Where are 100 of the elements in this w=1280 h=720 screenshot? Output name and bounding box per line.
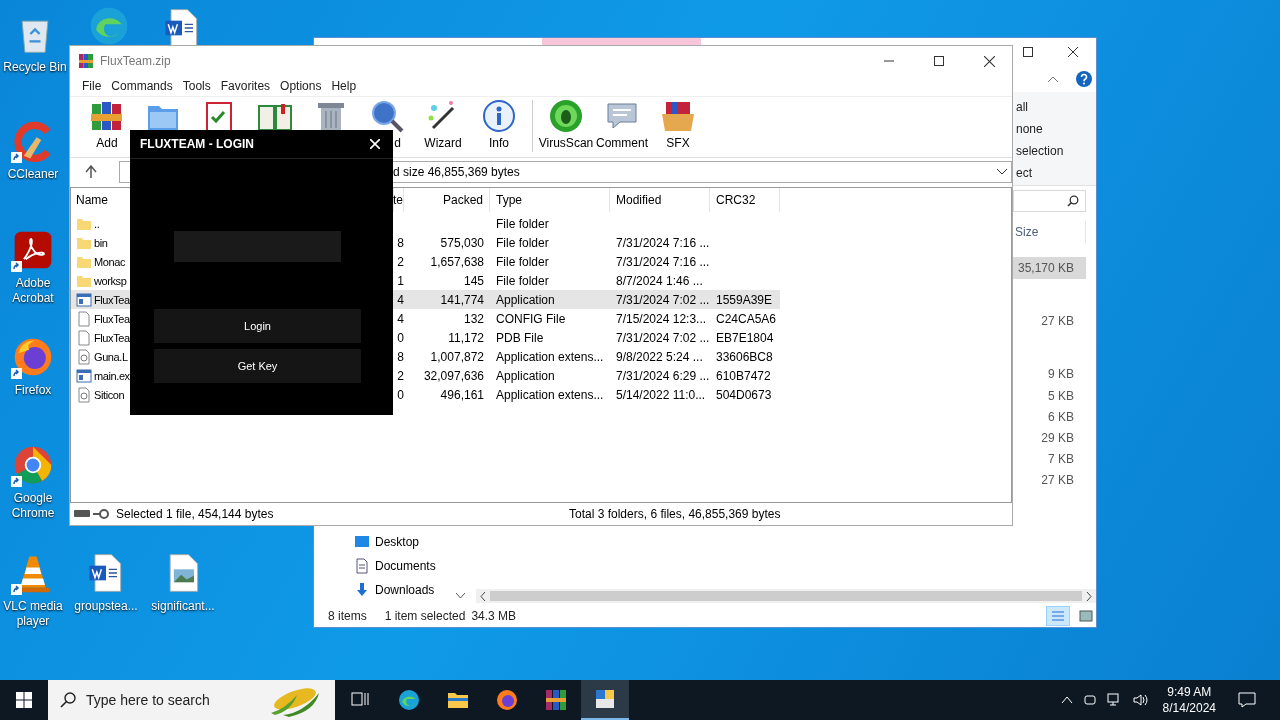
nav-item[interactable]: Documents <box>354 554 471 578</box>
column-header[interactable]: Modified <box>616 193 662 207</box>
table-cell: 610B7472 <box>716 368 771 383</box>
chevron-down-icon[interactable] <box>456 593 465 599</box>
toolbar-button[interactable]: Wizard <box>415 98 471 154</box>
menu-item[interactable]: Commands <box>106 79 178 93</box>
file-row[interactable]: File folder <box>394 214 780 233</box>
toolbar-button[interactable]: SFX <box>650 98 706 154</box>
toolbar-button[interactable]: VirusScan <box>538 98 594 154</box>
table-cell: 33606BC8 <box>716 349 773 364</box>
key-icon <box>93 509 109 519</box>
desktop-icon-label[interactable]: Google Chrome <box>0 491 66 521</box>
menu-item[interactable]: Options <box>275 79 327 93</box>
speaker-icon[interactable] <box>1132 693 1149 707</box>
taskbar-app-button[interactable] <box>581 680 629 720</box>
desktop-icon-label[interactable]: Recycle Bin <box>3 60 67 75</box>
table-cell: 32,097,636 <box>423 368 484 383</box>
file-row[interactable]: 1 145 File folder 8/7/2024 1:46 ... <box>394 271 780 290</box>
dialog-button[interactable]: Login <box>154 309 361 343</box>
table-cell: 2 <box>397 368 404 383</box>
notification-icon[interactable] <box>1238 692 1256 708</box>
status-text: 34.3 MB <box>471 609 517 623</box>
windows-start-icon[interactable] <box>16 692 32 708</box>
column-header[interactable]: CRC32 <box>716 193 756 207</box>
menu-item[interactable]: File <box>77 79 107 93</box>
table-cell: 5/14/2022 11:0... <box>616 387 706 402</box>
table-cell: 504D0673 <box>716 387 772 402</box>
desktop-icon-label[interactable]: Firefox <box>14 383 52 398</box>
ribbon-command[interactable]: none <box>1016 118 1096 140</box>
table-cell: Application extens... <box>496 387 604 402</box>
table-cell: 1,007,872 <box>430 349 484 364</box>
dropdown-icon[interactable] <box>997 169 1007 175</box>
drive-icon <box>74 510 90 518</box>
table-cell: 4 <box>397 311 404 326</box>
meeting-icon[interactable] <box>1082 693 1097 707</box>
table-cell: 7/31/2024 7:02 ... <box>616 330 710 345</box>
up-arrow-icon[interactable] <box>85 165 97 179</box>
window-title: FluxTeam.zip <box>100 54 171 68</box>
clock[interactable]: 9:49 AM 8/14/2024 <box>1162 684 1216 716</box>
desktop-icon-label[interactable]: Adobe Acrobat <box>0 276 66 306</box>
taskbar-search-field[interactable]: Type here to search <box>48 680 335 720</box>
dialog-button[interactable]: Get Key <box>154 349 361 383</box>
info-icon <box>481 98 517 134</box>
table-cell: 7/31/2024 6:29 ... <box>616 368 710 383</box>
ribbon-command[interactable]: all <box>1016 96 1096 118</box>
ribbon-command[interactable]: selection <box>1016 140 1096 162</box>
table-cell: Application extens... <box>496 349 604 364</box>
file-row[interactable]: 4 141,774 Application 7/31/2024 7:02 ... 1559A39E <box>394 290 780 309</box>
search-field[interactable] <box>1013 190 1086 212</box>
table-cell: C24CA5A6 <box>716 311 777 326</box>
bug-icon <box>548 98 584 134</box>
close-icon[interactable] <box>1068 47 1078 57</box>
application-icon <box>76 367 92 384</box>
file-name: .. <box>94 217 100 230</box>
nav-item[interactable]: Desktop <box>354 530 471 554</box>
file-row[interactable]: 2 1,657,638 File folder 7/31/2024 7:16 ... <box>394 252 780 271</box>
table-cell: 4 <box>397 292 404 307</box>
key-input-field[interactable] <box>174 231 341 262</box>
menu-item[interactable]: Tools <box>177 79 216 93</box>
table-cell: 7/31/2024 7:16 ... <box>616 235 710 250</box>
file-size: 6 KB <box>1047 408 1075 426</box>
file-row[interactable]: 0 496,161 Application extens... 5/14/2022 11:0... 504D0673 <box>394 385 780 404</box>
archive-app-icon <box>78 53 94 69</box>
large-icons-view-icon[interactable] <box>1076 608 1096 624</box>
table-cell: File folder <box>496 216 549 231</box>
horizontal-scrollbar[interactable] <box>476 589 1096 603</box>
file-row[interactable]: 4 132 CONFIG File 7/15/2024 12:3... C24CA5A6 <box>394 309 780 328</box>
toolbar-button[interactable]: Comment <box>594 98 650 154</box>
column-header[interactable]: Packed <box>442 193 483 207</box>
file-row[interactable]: 0 11,172 PDB File 7/31/2024 7:02 ... EB7E1804 <box>394 328 780 347</box>
nav-item[interactable]: Downloads <box>354 578 471 602</box>
desktop-icon-label[interactable]: CCleaner <box>7 167 59 182</box>
file-size: 9 KB <box>1047 366 1075 383</box>
file-name: bin <box>94 236 108 249</box>
app-window-icon <box>593 687 617 711</box>
file-row[interactable]: 8 1,007,872 Application extens... 9/8/2022 5:24 ... 33606BC8 <box>394 347 780 366</box>
file-size: 35,170 KB <box>1013 257 1086 279</box>
menu-item[interactable]: Help <box>326 79 362 93</box>
file-name: Monac <box>94 255 126 268</box>
file-row[interactable]: 2 32,097,636 Application 7/31/2024 6:29 ... 610B7472 <box>394 366 780 385</box>
file-size: 27 KB <box>1040 313 1075 330</box>
help-icon[interactable] <box>1076 71 1092 87</box>
table-cell: EB7E1804 <box>716 330 774 345</box>
file-row[interactable]: 8 575,030 File folder 7/31/2024 7:16 ... <box>394 233 780 252</box>
table-cell: File folder <box>496 273 549 288</box>
column-header[interactable]: Name <box>76 193 108 207</box>
menu-item[interactable]: Favorites <box>215 79 276 93</box>
toolbar-button[interactable]: Add <box>79 98 135 154</box>
file-icon <box>76 310 92 327</box>
column-header[interactable]: Type <box>496 193 522 207</box>
clock-date: 8/14/2024 <box>1162 700 1216 716</box>
ribbon-command[interactable]: ect <box>1016 162 1096 184</box>
table-cell: PDB File <box>496 330 544 345</box>
browser-icon <box>397 688 421 712</box>
toolbar-button[interactable]: Info <box>471 98 527 154</box>
maximize-icon[interactable] <box>1023 47 1033 57</box>
table-cell: 9/8/2022 5:24 ... <box>616 349 703 364</box>
document-icon <box>354 558 370 574</box>
table-cell: Application <box>496 292 555 307</box>
column-header[interactable]: te <box>393 193 403 207</box>
